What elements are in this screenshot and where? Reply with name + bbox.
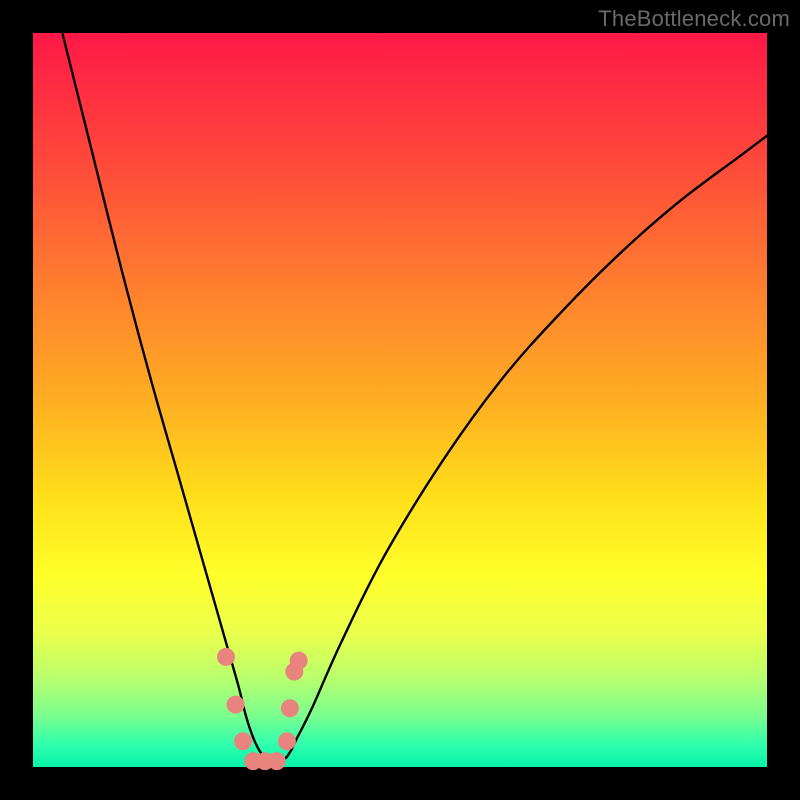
bottleneck-curve bbox=[62, 33, 767, 761]
highlight-dot bbox=[217, 648, 235, 666]
curve-layer bbox=[33, 33, 767, 767]
highlight-dot bbox=[290, 652, 308, 670]
highlight-dot bbox=[234, 732, 252, 750]
highlight-dot bbox=[278, 732, 296, 750]
watermark-text: TheBottleneck.com bbox=[598, 6, 790, 32]
highlight-dot bbox=[281, 699, 299, 717]
highlight-dots bbox=[217, 648, 308, 770]
chart-frame: TheBottleneck.com bbox=[0, 0, 800, 800]
highlight-dot bbox=[227, 696, 245, 714]
plot-area bbox=[33, 33, 767, 767]
highlight-dot bbox=[268, 752, 286, 770]
